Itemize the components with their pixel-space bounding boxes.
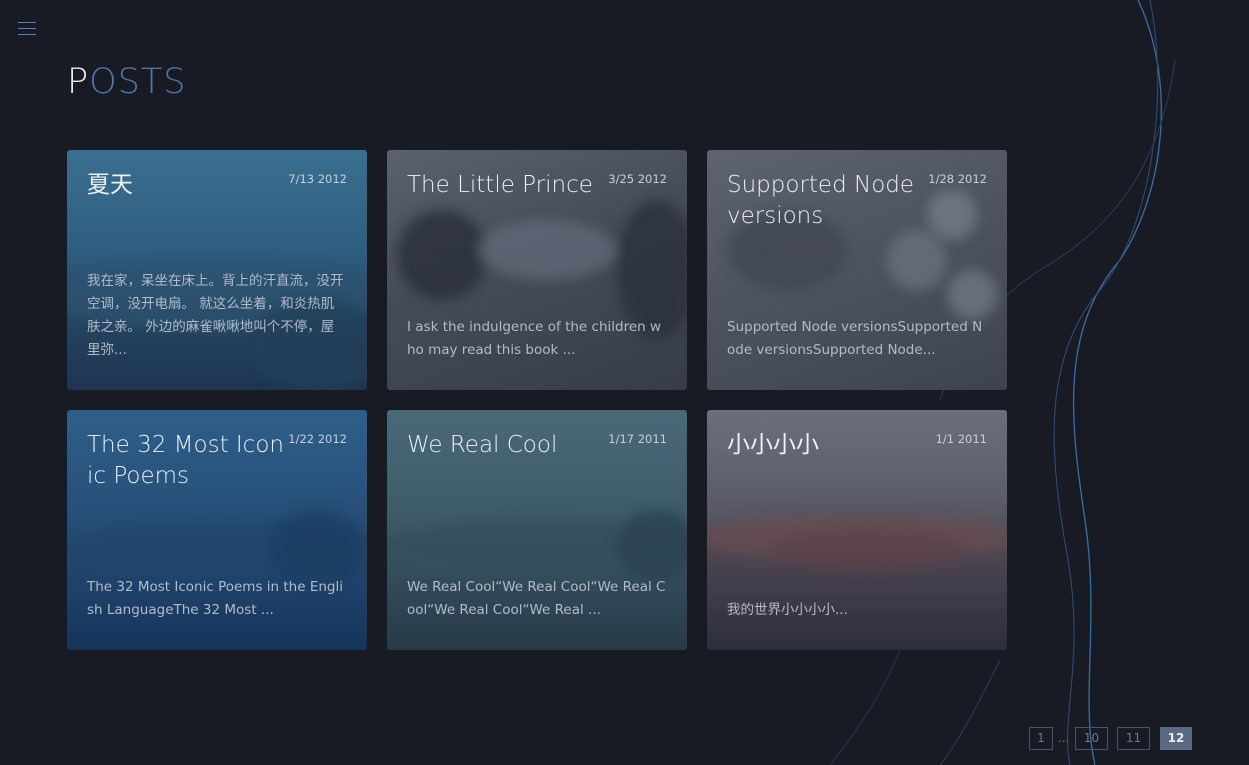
post-title[interactable]: The 32 Most Iconic Poems [87, 430, 287, 492]
post-date: 1/1 2011 [935, 432, 987, 446]
page-title-rest: OSTS [89, 62, 187, 102]
post-date: 1/28 2012 [928, 172, 987, 186]
post-card[interactable]: We Real Cool 1/17 2011 We Real Cool“We R… [387, 410, 687, 650]
post-title[interactable]: 夏天 [87, 170, 287, 201]
post-excerpt: The 32 Most Iconic Poems in the English … [87, 579, 343, 618]
post-excerpt: 我的世界小小小小... [727, 602, 848, 618]
post-date: 7/13 2012 [288, 172, 347, 186]
post-card[interactable]: The 32 Most Iconic Poems 1/22 2012 The 3… [67, 410, 367, 650]
post-excerpt: 我在家，呆坐在床上。背上的汗直流，没开空调，没开电扇。 就这么坐着，和炎热肌肤之… [87, 273, 344, 358]
page-button-11[interactable]: 11 [1117, 727, 1150, 750]
post-excerpt: We Real Cool“We Real Cool“We Real Cool“W… [407, 579, 666, 618]
post-card[interactable]: The Little Prince 3/25 2012 I ask the in… [387, 150, 687, 390]
post-title[interactable]: 小小小小 [727, 430, 927, 461]
post-card[interactable]: 夏天 7/13 2012 我在家，呆坐在床上。背上的汗直流，没开空调，没开电扇。… [67, 150, 367, 390]
post-date: 3/25 2012 [608, 172, 667, 186]
post-title[interactable]: The Little Prince [407, 170, 607, 201]
page-button-current[interactable]: 12 [1160, 727, 1192, 750]
page-button-10[interactable]: 10 [1075, 727, 1108, 750]
pagination-ellipsis: ... [1058, 731, 1070, 745]
page-button-1[interactable]: 1 [1029, 727, 1053, 750]
post-excerpt: I ask the indulgence of the children who… [407, 319, 662, 358]
post-date: 1/17 2011 [608, 432, 667, 446]
hamburger-menu-icon[interactable] [16, 20, 38, 38]
post-card[interactable]: Supported Node versions 1/28 2012 Suppor… [707, 150, 1007, 390]
post-excerpt: Supported Node versionsSupported Node ve… [727, 319, 983, 358]
post-date: 1/22 2012 [288, 432, 347, 446]
page-title: POSTS [67, 62, 186, 102]
post-title[interactable]: Supported Node versions [727, 170, 927, 232]
post-card[interactable]: 小小小小 1/1 2011 我的世界小小小小... [707, 410, 1007, 650]
page-title-first-letter: P [67, 62, 90, 102]
posts-page: POSTS 夏天 7/13 2012 我在家，呆坐在床上。背上的汗直流，没开空调… [0, 0, 1249, 765]
post-title[interactable]: We Real Cool [407, 430, 607, 461]
posts-grid: 夏天 7/13 2012 我在家，呆坐在床上。背上的汗直流，没开空调，没开电扇。… [67, 150, 1007, 650]
